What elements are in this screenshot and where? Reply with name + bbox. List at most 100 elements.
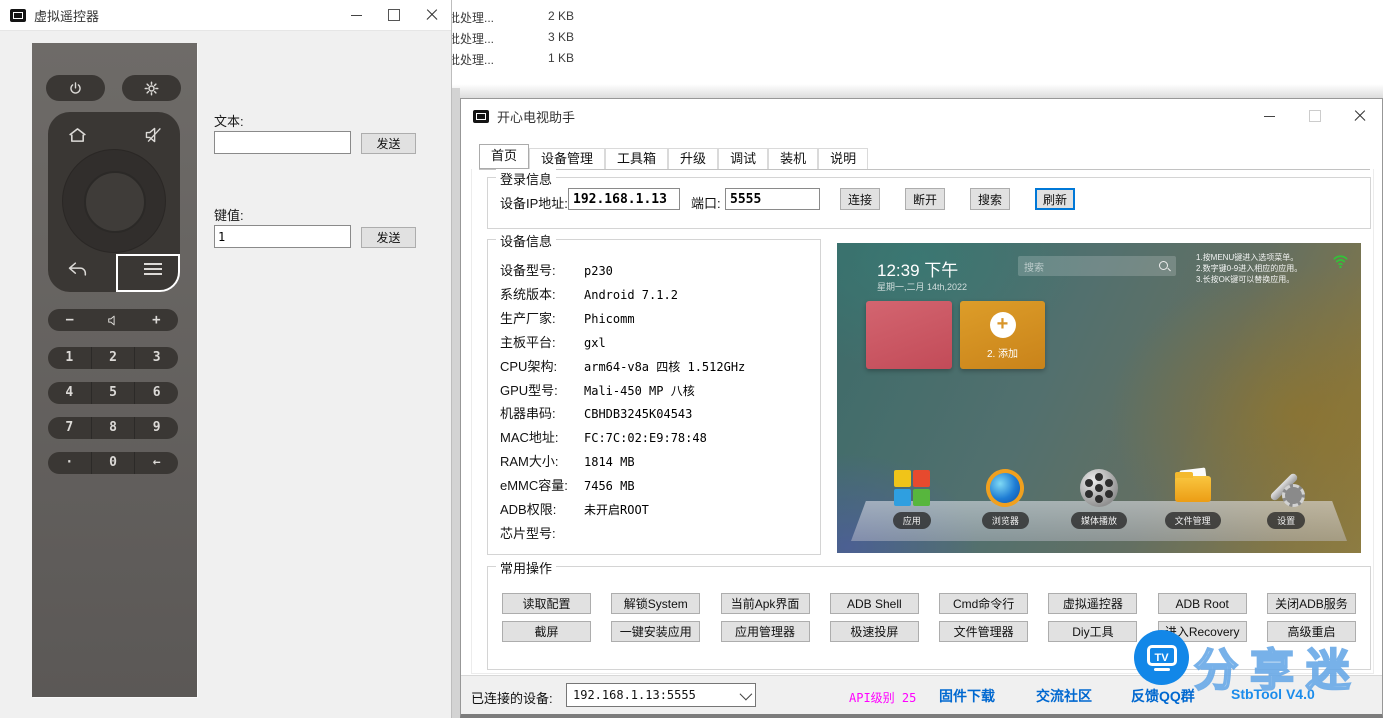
app-icon bbox=[10, 9, 26, 22]
virtual-remote-button[interactable]: 虚拟遥控器 bbox=[1048, 593, 1137, 614]
digit-row: 7 8 9 bbox=[48, 417, 178, 439]
key-1[interactable]: 1 bbox=[48, 347, 91, 369]
send-text-button[interactable]: 发送 bbox=[361, 133, 416, 154]
focus-rectangle bbox=[116, 254, 180, 292]
firmware-download-link[interactable]: 固件下载 bbox=[939, 686, 995, 706]
tv-tile-add: + 2. 添加 bbox=[960, 301, 1045, 369]
key-6[interactable]: 6 bbox=[134, 382, 178, 404]
browser-icon bbox=[983, 465, 1027, 511]
current-apk-button[interactable]: 当前Apk界面 bbox=[721, 593, 810, 614]
key-7[interactable]: 7 bbox=[48, 417, 91, 439]
key-2[interactable]: 2 bbox=[91, 347, 135, 369]
apps-icon bbox=[890, 465, 934, 511]
key-8[interactable]: 8 bbox=[91, 417, 135, 439]
key-9[interactable]: 9 bbox=[134, 417, 178, 439]
search-button[interactable]: 搜索 bbox=[970, 188, 1010, 210]
login-group: 登录信息 设备IP地址: 端口: 连接 断开 搜索 刷新 bbox=[487, 177, 1371, 229]
watermark-tv-logo: TV bbox=[1134, 630, 1189, 685]
home-button[interactable] bbox=[66, 124, 88, 146]
key-dot[interactable]: · bbox=[48, 452, 91, 474]
adb-root-button[interactable]: ADB Root bbox=[1158, 593, 1247, 614]
text-input[interactable] bbox=[214, 131, 351, 154]
fast-cast-button[interactable]: 极速投屏 bbox=[830, 621, 919, 642]
maximize-button[interactable] bbox=[1292, 99, 1337, 133]
dpad[interactable] bbox=[62, 149, 166, 253]
tab-home[interactable]: 首页 bbox=[479, 144, 529, 169]
file-size: 1 KB bbox=[548, 51, 574, 65]
tab-device-management[interactable]: 设备管理 bbox=[529, 148, 605, 169]
unlock-system-button[interactable]: 解锁System bbox=[611, 593, 700, 614]
minimize-icon bbox=[1264, 116, 1275, 117]
ok-button[interactable] bbox=[84, 171, 146, 233]
file-manager-icon bbox=[1171, 465, 1215, 511]
refresh-button[interactable]: 刷新 bbox=[1035, 188, 1075, 210]
tab-install[interactable]: 装机 bbox=[768, 148, 818, 169]
send-keycode-button[interactable]: 发送 bbox=[361, 227, 416, 248]
volume-row: − + bbox=[48, 309, 178, 331]
diy-tools-button[interactable]: Diy工具 bbox=[1048, 621, 1137, 642]
maximize-button[interactable] bbox=[375, 0, 413, 30]
connect-button[interactable]: 连接 bbox=[840, 188, 880, 210]
file-manager-button[interactable]: 文件管理器 bbox=[939, 621, 1028, 642]
tab-bar: 首页 设备管理 工具箱 升级 调试 装机 说明 bbox=[479, 147, 1370, 170]
wifi-icon bbox=[1332, 254, 1349, 274]
file-name: 批处理... bbox=[448, 9, 494, 26]
tab-debug[interactable]: 调试 bbox=[718, 148, 768, 169]
tv-logo-icon: TV bbox=[1147, 645, 1177, 666]
read-config-button[interactable]: 读取配置 bbox=[502, 593, 591, 614]
key-0[interactable]: 0 bbox=[91, 452, 135, 474]
search-icon bbox=[1158, 260, 1170, 272]
window-title: 开心电视助手 bbox=[497, 107, 575, 126]
info-row: 系统版本:Android 7.1.2 bbox=[500, 284, 812, 303]
remote-titlebar[interactable]: 虚拟遥控器 bbox=[0, 0, 451, 31]
connected-device-label: 已连接的设备: bbox=[471, 688, 553, 707]
community-link[interactable]: 交流社区 bbox=[1036, 686, 1092, 706]
add-tile-label: 2. 添加 bbox=[960, 345, 1045, 360]
ip-input[interactable] bbox=[568, 188, 680, 210]
settings-button[interactable] bbox=[122, 75, 181, 101]
power-button[interactable] bbox=[46, 75, 105, 101]
tab-help[interactable]: 说明 bbox=[818, 148, 868, 169]
mute-button[interactable] bbox=[142, 124, 164, 146]
cmd-button[interactable]: Cmd命令行 bbox=[939, 593, 1028, 614]
dock-item-settings: 设置 bbox=[1241, 465, 1331, 529]
chevron-down-icon bbox=[740, 687, 753, 700]
back-button[interactable] bbox=[66, 258, 88, 280]
disconnect-button[interactable]: 断开 bbox=[905, 188, 945, 210]
digit-row: 1 2 3 bbox=[48, 347, 178, 369]
close-button[interactable] bbox=[1337, 99, 1382, 133]
app-titlebar[interactable]: 开心电视助手 bbox=[461, 99, 1382, 133]
api-level-badge: API级别 25 bbox=[849, 689, 916, 706]
key-5[interactable]: 5 bbox=[91, 382, 135, 404]
key-4[interactable]: 4 bbox=[48, 382, 91, 404]
adb-shell-button[interactable]: ADB Shell bbox=[830, 593, 919, 614]
minimize-button[interactable] bbox=[337, 0, 375, 30]
install-app-button[interactable]: 一键安装应用 bbox=[611, 621, 700, 642]
keycode-field-label: 键值: bbox=[214, 205, 244, 224]
screenshot-button[interactable]: 截屏 bbox=[502, 621, 591, 642]
key-3[interactable]: 3 bbox=[134, 347, 178, 369]
volume-up-button[interactable]: + bbox=[135, 309, 178, 331]
device-info-rows: 设备型号:p230 系统版本:Android 7.1.2 生产厂家:Phicom… bbox=[500, 260, 812, 542]
minimize-button[interactable] bbox=[1247, 99, 1292, 133]
feedback-qq-link[interactable]: 反馈QQ群 bbox=[1131, 686, 1195, 706]
maximize-icon bbox=[1309, 110, 1321, 122]
device-select[interactable]: 192.168.1.13:5555 bbox=[566, 683, 756, 707]
search-placeholder: 搜索 bbox=[1024, 259, 1158, 274]
port-input[interactable] bbox=[725, 188, 820, 210]
app-icon bbox=[473, 110, 489, 123]
info-row: 机器串码:CBHDB3245K04543 bbox=[500, 403, 812, 422]
app-manager-button[interactable]: 应用管理器 bbox=[721, 621, 810, 642]
volume-down-button[interactable]: − bbox=[48, 309, 91, 331]
info-row: RAM大小:1814 MB bbox=[500, 451, 812, 470]
tab-toolbox[interactable]: 工具箱 bbox=[605, 148, 668, 169]
power-icon bbox=[68, 81, 83, 96]
close-button[interactable] bbox=[413, 0, 451, 30]
tab-upgrade[interactable]: 升级 bbox=[668, 148, 718, 169]
divider bbox=[451, 84, 1383, 98]
remote-control: − + 1 2 3 4 5 6 7 8 9 bbox=[32, 43, 197, 697]
key-backspace[interactable]: ← bbox=[134, 452, 178, 474]
close-adb-button[interactable]: 关闭ADB服务 bbox=[1267, 593, 1356, 614]
close-icon bbox=[1354, 110, 1366, 122]
keycode-input[interactable] bbox=[214, 225, 351, 248]
